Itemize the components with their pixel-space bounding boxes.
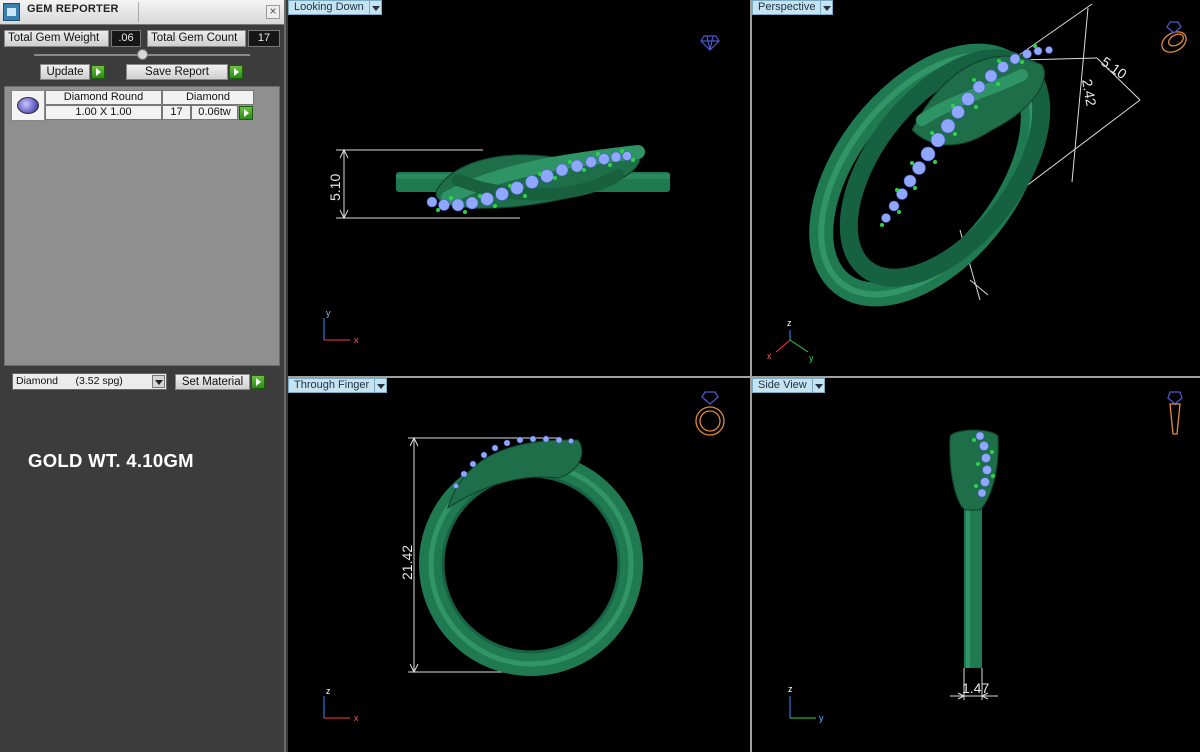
ring-side-icon bbox=[1167, 391, 1183, 435]
looking-down-render: 5.10 y x bbox=[323, 35, 720, 345]
viewport-looking-down[interactable]: 5.10 y x Looking Down bbox=[288, 0, 750, 376]
axis-y-label: y bbox=[819, 713, 824, 723]
total-gem-count-value: 17 bbox=[248, 30, 280, 47]
set-material-go-icon[interactable] bbox=[251, 375, 265, 389]
through-finger-render: 21.42 z x bbox=[323, 391, 725, 723]
titlebar-divider bbox=[138, 2, 139, 22]
side-view-dimension: 1.47 bbox=[962, 680, 989, 696]
side-view-header: Side View bbox=[752, 378, 825, 394]
axis-z-label: z bbox=[787, 318, 792, 328]
save-report-go-icon[interactable] bbox=[229, 65, 243, 79]
axis-y-label: y bbox=[809, 353, 814, 363]
update-button[interactable]: Update bbox=[40, 64, 90, 80]
viewport-label-through-finger[interactable]: Through Finger bbox=[288, 378, 376, 393]
axis-indicator bbox=[775, 330, 809, 353]
material-select[interactable]: Diamond (3.52 spg) bbox=[12, 373, 167, 390]
update-go-icon[interactable] bbox=[91, 65, 105, 79]
viewport-horizontal-divider[interactable] bbox=[288, 376, 1200, 378]
close-icon[interactable]: × bbox=[266, 5, 280, 19]
panel-slider-handle[interactable] bbox=[137, 49, 148, 60]
chevron-down-icon[interactable] bbox=[812, 378, 825, 393]
ring-front-icon bbox=[695, 391, 725, 436]
diamond-icon bbox=[700, 35, 720, 51]
ring-perspective-icon bbox=[1161, 21, 1187, 53]
gem-thumbnail[interactable] bbox=[11, 90, 45, 121]
viewport-through-finger[interactable]: 21.42 z x Through Finger bbox=[288, 378, 750, 752]
round-diamond-icon bbox=[17, 97, 39, 114]
axis-z-label: z bbox=[788, 684, 793, 694]
save-report-button[interactable]: Save Report bbox=[126, 64, 228, 80]
gem-size-cell: 1.00 X 1.00 bbox=[45, 105, 162, 120]
axis-x-label: x bbox=[354, 713, 359, 723]
perspective-render: 5.10 2.42 z x y bbox=[767, 3, 1187, 363]
viewport-side-view[interactable]: 1.47 z y Side View bbox=[752, 378, 1200, 752]
viewport-label-perspective[interactable]: Perspective bbox=[752, 0, 822, 15]
side-view-render: 1.47 z y bbox=[788, 391, 1183, 723]
perspective-dimension-small: 2.42 bbox=[1079, 78, 1100, 108]
gem-reporter-panel: GEM REPORTER × Total Gem Weight .06 Tota… bbox=[0, 0, 286, 752]
viewport-label-side-view[interactable]: Side View bbox=[752, 378, 813, 393]
total-gem-weight-label: Total Gem Weight bbox=[4, 30, 109, 47]
looking-down-header: Looking Down bbox=[288, 0, 382, 16]
gem-count-cell: 17 bbox=[162, 105, 191, 120]
axis-x-label: x bbox=[354, 335, 359, 345]
perspective-dimension: 5.10 bbox=[1098, 53, 1130, 82]
perspective-header: Perspective bbox=[752, 0, 834, 16]
material-select-value: Diamond (3.52 spg) bbox=[16, 375, 123, 387]
set-material-button[interactable]: Set Material bbox=[175, 374, 250, 390]
gem-material-header: Diamond bbox=[162, 90, 254, 105]
total-gem-weight-value: .06 bbox=[111, 30, 141, 47]
gold-weight-text: GOLD WT. 4.10GM bbox=[28, 450, 194, 471]
axis-indicator bbox=[323, 696, 350, 719]
gem-weight-cell: 0.06tw bbox=[191, 105, 238, 120]
panel-titlebar: GEM REPORTER × bbox=[0, 0, 284, 25]
through-finger-dimension: 21.42 bbox=[399, 545, 415, 580]
gem-list-area: Diamond Round Diamond 1.00 X 1.00 17 0.0… bbox=[4, 86, 280, 366]
chevron-down-icon[interactable] bbox=[821, 0, 834, 15]
gem-row-go-icon[interactable] bbox=[239, 106, 253, 120]
viewport-label-looking-down[interactable]: Looking Down bbox=[288, 0, 370, 15]
axis-y-label: y bbox=[326, 308, 331, 318]
chevron-down-icon[interactable] bbox=[152, 375, 165, 388]
gem-reporter-app-icon bbox=[3, 3, 20, 21]
axis-x-label: x bbox=[767, 351, 772, 361]
chevron-down-icon[interactable] bbox=[369, 0, 382, 15]
viewport-vertical-divider[interactable] bbox=[750, 0, 752, 752]
panel-title: GEM REPORTER bbox=[27, 3, 119, 15]
viewport-perspective[interactable]: 5.10 2.42 z x y Perspective bbox=[752, 0, 1200, 376]
axis-z-label: z bbox=[326, 686, 331, 696]
looking-down-dimension: 5.10 bbox=[327, 174, 343, 201]
axis-indicator bbox=[323, 318, 350, 341]
through-finger-header: Through Finger bbox=[288, 378, 388, 394]
chevron-down-icon[interactable] bbox=[375, 378, 388, 393]
total-gem-count-label: Total Gem Count bbox=[147, 30, 246, 47]
axis-indicator bbox=[789, 696, 816, 719]
gem-type-header: Diamond Round bbox=[45, 90, 162, 105]
